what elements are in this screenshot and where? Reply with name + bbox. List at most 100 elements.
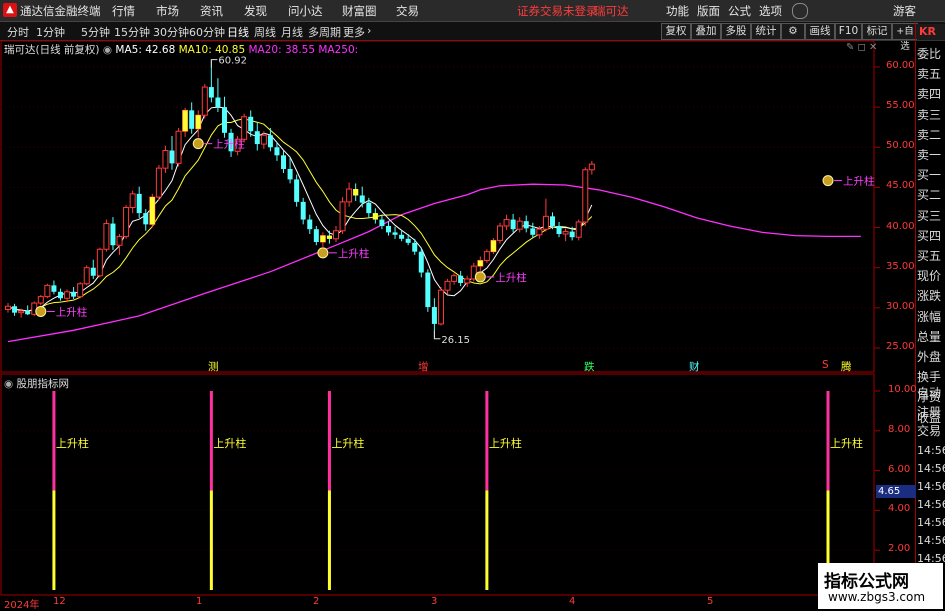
candle-body [313,229,319,243]
indicator-bar-lower [327,490,331,590]
candle-body [51,285,57,292]
indicator-bar-lower [485,490,489,590]
event-marker-label[interactable]: S [822,359,829,371]
tick-time: 14:56 [917,516,945,529]
price-tick-label: 60.00 [886,60,915,71]
candle [392,226,398,239]
indicator-current-value: 4.65 [876,485,916,498]
candle-body [260,134,267,145]
candle-body [18,310,25,314]
candle [162,145,169,173]
candle-body [208,87,214,98]
candle-body [510,219,516,230]
high-price-annotation: 60.92 [218,56,247,67]
candle-body [77,283,84,298]
candle-body [136,193,142,214]
candle-body [542,215,549,230]
candle-body [71,291,77,297]
signal-candle-body [149,197,155,225]
chart-header: 瑞可达(日线 前复权) ◉ MA5: 42.68 MA10: 40.85 MA2… [4,42,358,57]
indicator-tick-label: 6.00 [888,463,911,475]
event-marker-label[interactable]: 财 [689,359,700,374]
indicator-bar-label: 上升柱 [331,436,364,450]
price-tick-label: 35.00 [886,260,915,272]
candle [333,225,339,243]
money-bag-icon [35,305,47,317]
date-axis-label: 2 [313,596,320,607]
candle-body [562,231,569,235]
candle-body [425,272,431,308]
candle-body [399,234,405,239]
candle-body [215,97,221,108]
panel-close-icons[interactable]: ✎ ◻ ✕ [846,42,877,53]
order-label[interactable]: 注册 [917,403,945,420]
indicator-collapse-icon[interactable]: ◉ [4,378,13,390]
candle-body [379,219,385,226]
candle [129,190,136,214]
order-label[interactable]: 交易 [917,422,945,439]
date-axis-label: 5 [707,596,714,607]
event-marker-label[interactable]: 测 [208,359,219,374]
candle-body [123,207,130,237]
order-label[interactable]: 自动 [917,384,945,401]
quote-label: 卖四 [917,87,942,102]
candle-body [287,168,293,180]
candle-body [451,275,458,282]
indicator-tick-label: 2.00 [888,543,911,555]
candle [483,249,490,263]
indicator-bar-label: 上升柱 [830,436,863,450]
candle-body [346,188,353,203]
signal-label: 上升柱 [213,138,245,151]
candle [464,275,471,287]
candle-body [483,251,490,261]
kline-chart-canvas[interactable]: 60.9226.15上升柱上升柱上升柱上升柱上升柱 上升柱 上升柱 上升柱 上升柱 上升… [0,0,945,609]
candle-body [431,307,437,324]
candle-body [25,311,31,315]
candle-body [44,284,51,298]
candle [103,219,110,252]
money-bag-icon [317,247,329,259]
candle-body [175,130,182,164]
candle-body [392,232,398,235]
candle [588,160,595,175]
candle-body [129,193,136,208]
indicator-tick-label: 8.00 [888,423,911,435]
candle-body [201,86,208,116]
price-tick-label: 30.00 [886,300,915,312]
event-marker-label[interactable]: 跌 [584,359,595,374]
indicator-bar-label: 上升柱 [56,436,89,450]
candle [582,167,589,226]
candle-body [267,135,273,148]
candle-body [5,305,11,310]
event-marker-label[interactable]: 腾 [841,359,852,374]
candle [71,286,77,300]
candle-body [339,201,346,232]
candle [215,78,221,112]
ma5-value: MA5: 42.68 [115,44,176,56]
candle-body [516,220,523,230]
candle [451,273,458,285]
quote-label: 外盘 [917,350,942,364]
candle-body [437,289,444,325]
site-watermark: 指标公式网 www.zbgs3.com [818,563,943,609]
candle-body [458,275,464,283]
signal-candle-body [320,235,326,243]
candle [575,219,582,241]
indicator-name: 股朋指标网 [16,378,70,390]
signal-label: 上升柱 [843,175,875,188]
candle-body [412,242,418,252]
candle-body [359,195,365,203]
high-marker-line [210,59,218,68]
indicator-tick-label: 10.00 [888,384,917,395]
kr-label[interactable]: KR [917,24,945,40]
stock-label: 瑞可达(日线 前复权) [4,44,100,56]
candle [530,222,536,239]
candle [5,303,11,313]
candle [418,247,424,278]
candle-body [103,223,110,250]
quote-label: 换手 [917,370,942,385]
quote-label: 卖一 [917,148,942,162]
collapse-icon[interactable]: ◉ [103,44,112,56]
event-marker-label[interactable]: 增 [418,359,429,374]
candle-body [248,116,254,132]
